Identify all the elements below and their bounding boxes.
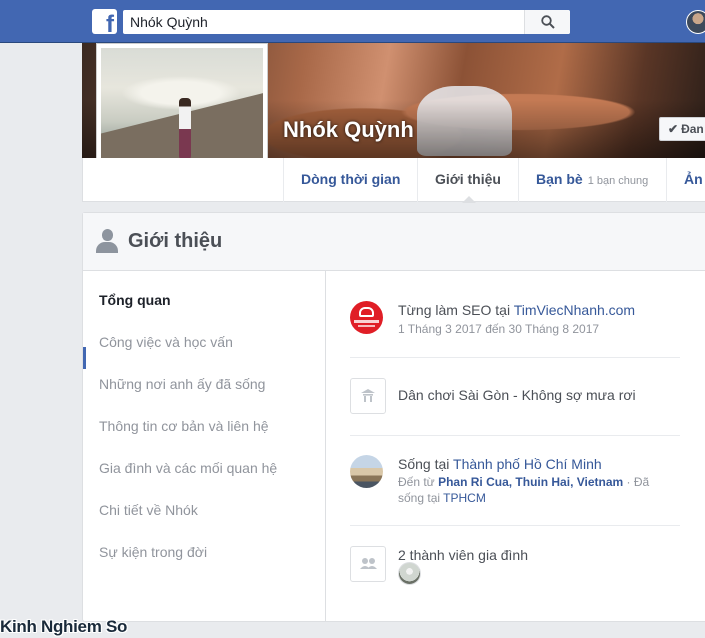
check-icon: ✔	[668, 122, 679, 136]
origin-text: Đến từ Phan Ri Cua, Thuin Hai, Vietnam ·…	[398, 474, 658, 506]
mutual-friends-count: 1 bạn chung	[587, 175, 649, 187]
row-divider	[350, 435, 680, 436]
family-count[interactable]: 2 thành viên gia đình	[398, 547, 528, 563]
company-logo-icon[interactable]	[350, 301, 383, 334]
note-text: Dân chơi Sài Gòn - Không sợ mưa rơi	[398, 387, 636, 403]
user-avatar[interactable]	[686, 10, 705, 34]
about-header: Giới thiệu	[83, 213, 705, 271]
family-member-avatar[interactable]	[398, 562, 421, 585]
tab-separator	[417, 158, 418, 202]
work-dates: 1 Tháng 3 2017 đến 30 Tháng 8 2017	[398, 322, 600, 336]
tab-timeline-label: Dòng thời gian	[301, 171, 401, 187]
lived-link[interactable]: TPHCM	[443, 491, 486, 505]
search-button[interactable]	[524, 10, 570, 34]
nav-family-relationships[interactable]: Gia đình và các mối quan hệ	[99, 460, 277, 476]
company-link[interactable]: TimViecNhanh.com	[514, 302, 635, 318]
row-divider	[350, 357, 680, 358]
person-icon	[96, 229, 118, 253]
active-nav-marker	[83, 347, 86, 369]
tab-friends-label: Bạn bè	[536, 171, 583, 187]
search-box	[123, 10, 570, 34]
work-prefix: Từng làm SEO tại	[398, 302, 514, 318]
profile-tabs: Dòng thời gian Giới thiệu Bạn bè 1 bạn ch…	[82, 158, 705, 203]
nav-details[interactable]: Chi tiết về Nhók	[99, 502, 198, 518]
origin-link[interactable]: Phan Ri Cua, Thuin Hai, Vietnam	[438, 475, 623, 489]
tab-photos[interactable]: Ản	[684, 158, 703, 202]
tab-about[interactable]: Giới thiệu	[435, 158, 501, 203]
tab-timeline[interactable]: Dòng thời gian	[301, 158, 400, 202]
about-overview-content: Từng làm SEO tại TimViecNhanh.com 1 Thán…	[350, 271, 680, 621]
city-photo-icon[interactable]	[350, 455, 383, 488]
hometown-icon	[350, 378, 386, 414]
tab-separator	[666, 158, 667, 202]
about-panel: Giới thiệu Tổng quan Công việc và học vấ…	[82, 212, 705, 622]
lives-prefix: Sống tại	[398, 456, 454, 472]
about-title[interactable]: Giới thiệu	[128, 230, 222, 253]
tab-about-label: Giới thiệu	[435, 171, 501, 187]
search-input[interactable]	[123, 10, 523, 34]
facebook-logo-icon[interactable]: f	[92, 9, 117, 34]
city-link[interactable]: Thành phố Hồ Chí Minh	[453, 456, 602, 472]
profile-name[interactable]: Nhók Quỳnh	[283, 117, 414, 143]
from-prefix: Đến từ	[398, 475, 439, 489]
about-side-nav: Tổng quan Công việc và học vấn Những nơi…	[83, 271, 326, 621]
building-icon	[361, 389, 375, 402]
nav-places-lived[interactable]: Những nơi anh ấy đã sống	[99, 376, 265, 392]
current-city-text: Sống tại Thành phố Hồ Chí Minh	[398, 456, 602, 472]
tab-separator	[283, 158, 284, 202]
work-text: Từng làm SEO tại TimViecNhanh.com	[398, 302, 635, 318]
nav-contact-basic-info[interactable]: Thông tin cơ bản và liên hệ	[99, 418, 269, 434]
people-icon	[360, 558, 377, 569]
friend-status-label: Đan	[681, 122, 704, 136]
nav-work-education[interactable]: Công việc và học vấn	[99, 334, 233, 350]
top-navigation-bar: f	[0, 0, 705, 43]
tab-separator	[518, 158, 519, 202]
tab-friends[interactable]: Bạn bè 1 bạn chung	[536, 158, 648, 202]
profile-picture-person	[179, 98, 191, 160]
family-icon	[350, 546, 386, 582]
search-icon	[541, 15, 555, 29]
watermark: Kinh Nghiem So	[0, 617, 128, 636]
tab-photos-label: Ản	[684, 171, 703, 187]
friend-status-button[interactable]: ✔ Đan	[659, 117, 705, 141]
nav-life-events[interactable]: Sự kiện trong đời	[99, 544, 207, 560]
row-divider	[350, 525, 680, 526]
nav-overview[interactable]: Tổng quan	[99, 292, 171, 308]
